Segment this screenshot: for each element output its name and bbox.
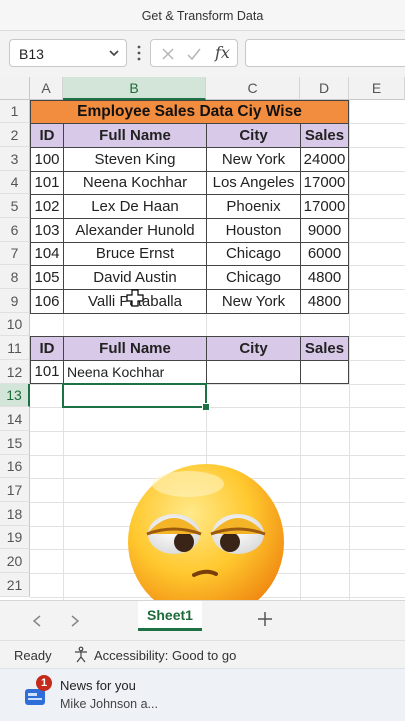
cancel-icon[interactable] (159, 45, 177, 63)
table-cell[interactable]: Lex De Haan (63, 194, 207, 219)
row-header-21[interactable]: 21 (0, 573, 30, 597)
lookup-header-id[interactable]: ID (30, 336, 64, 361)
row-header-19[interactable]: 19 (0, 526, 30, 549)
table-cell[interactable]: 105 (30, 265, 64, 290)
table-cell[interactable]: 6000 (300, 242, 349, 266)
ribbon-group-label[interactable]: Get & Transform Data (0, 9, 405, 23)
row-header-15[interactable]: 15 (0, 431, 30, 455)
active-cell-b13[interactable] (62, 383, 207, 408)
table-title[interactable]: Employee Sales Data Ciy Wise (30, 100, 349, 124)
lookup-city-cell[interactable] (206, 360, 301, 384)
header-sales[interactable]: Sales (300, 123, 349, 148)
table-cell[interactable]: 4800 (300, 289, 349, 314)
notification-badge: 1 (36, 675, 52, 691)
sheet-tab-bar: Sheet1 (0, 600, 405, 641)
row-header-2[interactable]: 2 (0, 123, 30, 147)
lookup-sales-cell[interactable] (300, 360, 349, 384)
row-header-7[interactable]: 7 (0, 242, 30, 265)
taskbar: 1 News for you Mike Johnson a... (0, 668, 405, 721)
lookup-name-cell[interactable]: Neena Kochhar (63, 360, 207, 384)
table-cell[interactable]: David Austin (63, 265, 207, 290)
name-box[interactable]: B13 (9, 39, 127, 67)
table-cell[interactable]: 24000 (300, 147, 349, 172)
table-cell[interactable]: Bruce Ernst (63, 242, 207, 266)
status-ready: Ready (14, 648, 52, 663)
row-header-1[interactable]: 1 (0, 100, 30, 123)
cell-select-cursor-icon (126, 289, 144, 307)
more-vertical-icon[interactable] (136, 43, 142, 63)
lookup-header-sales[interactable]: Sales (300, 336, 349, 361)
row-header-12[interactable]: 12 (0, 360, 30, 384)
lookup-header-city[interactable]: City (206, 336, 301, 361)
row-header-20[interactable]: 20 (0, 549, 30, 573)
news-title[interactable]: News for you (60, 678, 136, 693)
table-cell[interactable]: Alexander Hunold (63, 218, 207, 243)
table-cell[interactable]: 102 (30, 194, 64, 219)
row-header-17[interactable]: 17 (0, 478, 30, 502)
lookup-id-cell[interactable]: 101 (30, 360, 64, 384)
row-header-8[interactable]: 8 (0, 265, 30, 289)
row-header-10[interactable]: 10 (0, 313, 30, 336)
name-box-value: B13 (19, 46, 44, 62)
status-bar: Ready Accessibility: Good to go (0, 640, 405, 669)
select-all-corner[interactable] (0, 77, 30, 100)
accessibility-icon[interactable] (72, 646, 90, 664)
table-cell[interactable]: 106 (30, 289, 64, 314)
sheet-tab-active[interactable]: Sheet1 (138, 601, 202, 631)
table-cell[interactable]: Neena Kochhar (63, 171, 207, 195)
table-cell[interactable]: New York (206, 289, 301, 314)
lookup-header-full-name[interactable]: Full Name (63, 336, 207, 361)
insert-function-button[interactable]: fx (215, 43, 230, 62)
ribbon: Get & Transform Data (0, 0, 405, 31)
row-header-18[interactable]: 18 (0, 502, 30, 526)
formula-bar: B13 fx (0, 31, 405, 77)
column-header-a[interactable]: A (30, 77, 63, 100)
table-cell[interactable]: 9000 (300, 218, 349, 243)
row-header-13[interactable]: 13 (0, 384, 30, 407)
column-header-e[interactable]: E (349, 77, 405, 100)
plus-icon[interactable] (256, 610, 274, 628)
table-cell[interactable]: Steven King (63, 147, 207, 172)
chevron-left-icon[interactable] (30, 613, 44, 629)
row-header-16[interactable]: 16 (0, 455, 30, 478)
formula-input[interactable] (245, 39, 405, 67)
news-subtitle[interactable]: Mike Johnson a... (60, 697, 158, 711)
table-cell[interactable]: 17000 (300, 194, 349, 219)
table-cell[interactable]: 17000 (300, 171, 349, 195)
row-header-3[interactable]: 3 (0, 147, 30, 171)
fill-handle[interactable] (202, 403, 210, 411)
table-cell[interactable]: Phoenix (206, 194, 301, 219)
table-cell[interactable]: 101 (30, 171, 64, 195)
table-cell[interactable]: 100 (30, 147, 64, 172)
header-id[interactable]: ID (30, 123, 64, 148)
table-cell[interactable]: 4800 (300, 265, 349, 290)
table-cell[interactable]: New York (206, 147, 301, 172)
formula-buttons: fx (150, 39, 238, 67)
row-header-11[interactable]: 11 (0, 336, 30, 360)
row-header-9[interactable]: 9 (0, 289, 30, 313)
chevron-right-icon[interactable] (68, 613, 82, 629)
table-cell[interactable]: Houston (206, 218, 301, 243)
row-header-6[interactable]: 6 (0, 218, 30, 242)
header-full-name[interactable]: Full Name (63, 123, 207, 148)
column-header-c[interactable]: C (206, 77, 300, 100)
column-header-d[interactable]: D (300, 77, 349, 100)
row-header-5[interactable]: 5 (0, 194, 30, 218)
confirm-check-icon[interactable] (185, 45, 203, 63)
table-cell[interactable]: Los Angeles (206, 171, 301, 195)
row-header-14[interactable]: 14 (0, 407, 30, 431)
table-cell[interactable]: 103 (30, 218, 64, 243)
table-cell[interactable]: Chicago (206, 242, 301, 266)
chevron-down-icon[interactable] (107, 46, 121, 60)
table-cell[interactable]: 104 (30, 242, 64, 266)
table-cell[interactable]: Chicago (206, 265, 301, 290)
row-header-4[interactable]: 4 (0, 171, 30, 194)
accessibility-status[interactable]: Accessibility: Good to go (94, 648, 236, 663)
relieved-face-emoji (128, 464, 284, 620)
header-city[interactable]: City (206, 123, 301, 148)
column-header-b[interactable]: B (63, 77, 206, 100)
